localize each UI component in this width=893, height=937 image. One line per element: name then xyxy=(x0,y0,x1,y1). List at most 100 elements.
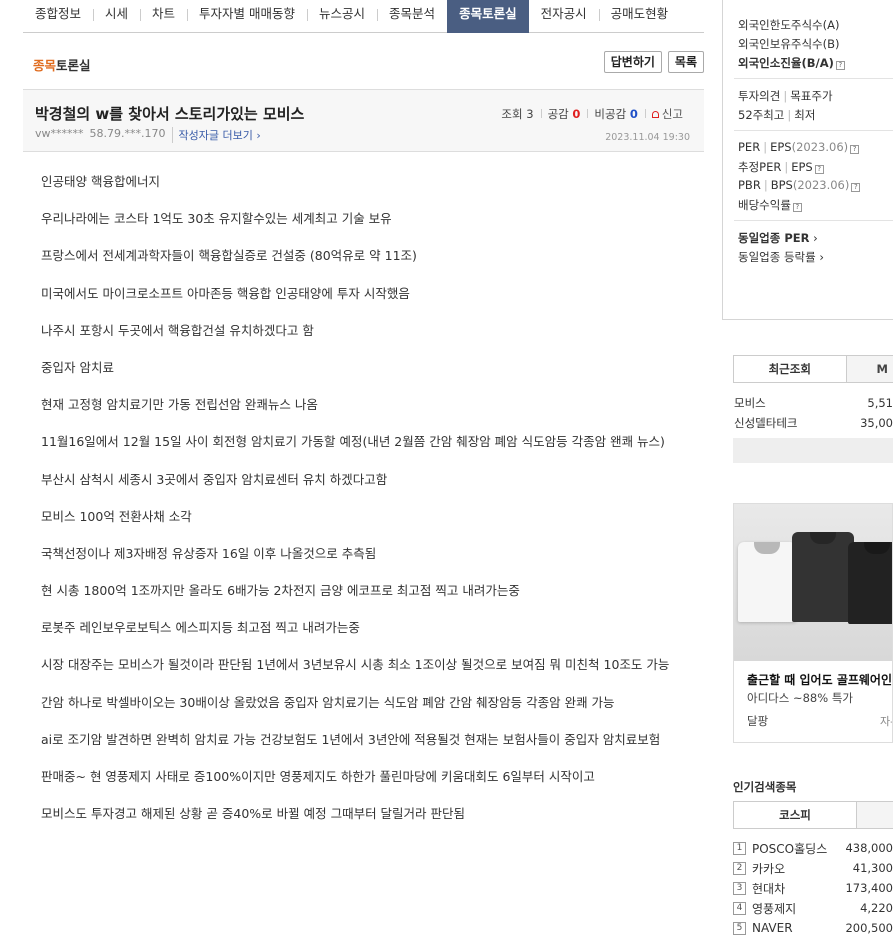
popular-item[interactable]: 1 POSCO홀딩스 438,000 xyxy=(733,838,893,858)
recent-item-price: 5,51 xyxy=(867,396,893,410)
tab-item[interactable]: 종목토론실 xyxy=(447,0,529,33)
shirt-image xyxy=(792,532,854,622)
post-author-info: vw****** 58.79.***.170 작성자글 더보기 › xyxy=(35,127,261,143)
list-button[interactable]: 목록 xyxy=(667,51,704,73)
popular-item-name: 현대차 xyxy=(752,881,786,896)
post-paragraph: 인공태양 핵융합에너지 xyxy=(41,174,160,189)
board-title-rest: 토론실 xyxy=(56,58,91,73)
post-paragraph: 현재 고정형 암치료기만 가동 전립선암 완쾌뉴스 나옴 xyxy=(41,397,318,413)
tab-item[interactable]: 차트 xyxy=(140,0,187,33)
sector-per-label: 동일업종 PER xyxy=(738,231,810,245)
est-eps-label: EPS xyxy=(791,160,813,174)
sector-per-link[interactable]: 동일업종 PER › xyxy=(738,230,818,246)
help-icon[interactable]: ? xyxy=(851,183,861,192)
foreign-ratio-row: 외국인소진율(B/A)? xyxy=(738,55,845,71)
help-icon[interactable]: ? xyxy=(835,61,845,70)
popular-item[interactable]: 4 영풍제지 4,220 xyxy=(733,898,893,918)
recent-list: 모비스 5,51 신성델타테크 35,00 xyxy=(734,393,893,433)
post-paragraph: 11월16일에서 12월 15일 사이 회전형 암치료기 가동할 예정(내년 2… xyxy=(41,434,665,450)
popular-item-price: 200,500 xyxy=(845,921,893,935)
recent-item-price: 35,00 xyxy=(860,416,893,430)
ad-banner[interactable]: 출근할 때 입어도 골프웨어인 아디다스 ~88% 특가 달팡 자- xyxy=(733,503,893,743)
tab-kosdaq[interactable] xyxy=(857,801,893,829)
post-ip: 58.79.***.170 xyxy=(89,127,166,140)
popular-item[interactable]: 3 현대차 173,400 xyxy=(733,878,893,898)
views-stat: 조회 3 xyxy=(494,106,540,122)
like-button[interactable]: 공감 0 xyxy=(540,106,588,122)
tab-item[interactable]: 종목분석 xyxy=(377,0,447,33)
reply-button[interactable]: 답변하기 xyxy=(603,51,662,73)
recent-item[interactable]: 신성델타테크 35,00 xyxy=(734,413,893,433)
help-icon[interactable]: ? xyxy=(792,203,802,212)
like-label: 공감 xyxy=(547,107,569,121)
ad-subtitle: 아디다스 ~88% 특가 xyxy=(747,691,853,705)
dislike-count: 0 xyxy=(629,107,638,121)
post-paragraph: 판매중~ 현 영풍제지 사태로 증100%이지만 영풍제지도 하한가 풀린마당에… xyxy=(41,769,595,784)
help-icon[interactable]: ? xyxy=(850,145,860,154)
stock-info-box: 외국인한도주식수(A) 외국인보유주식수(B) 외국인소진율(B/A)? 투자의… xyxy=(722,0,893,320)
tab-item[interactable]: 종합정보 xyxy=(23,0,93,33)
post-paragraph: 부산시 삼척시 세종시 3곳에서 중입자 암치료센터 유치 하겠다고함 xyxy=(41,471,388,487)
post-paragraph: ai로 조기암 발견하면 완벽히 암치료 가능 건강보험도 1년에서 3년안에 … xyxy=(41,731,661,747)
post-paragraph: 현 시총 1800억 1조까지만 올라도 6배가능 2차전지 금양 에코프로 최… xyxy=(41,583,520,599)
eps-year: (2023.06) xyxy=(791,140,849,154)
high52-label: 52주최고 xyxy=(738,108,785,122)
shirt-image xyxy=(738,542,796,622)
foreign-ratio-label: 외국인소진율(B/A) xyxy=(738,56,834,70)
tab-item[interactable]: 뉴스공시 xyxy=(307,0,377,33)
tab-recent[interactable]: 최근조회 xyxy=(733,355,847,383)
post-body: 인공태양 핵융합에너지 우리나라에는 코스타 1억도 30초 유지할수있는 세계최… xyxy=(41,172,686,841)
recent-item[interactable]: 모비스 5,51 xyxy=(734,393,893,413)
rank-badge: 3 xyxy=(733,881,746,895)
board-title: 종목토론실 xyxy=(33,55,91,74)
pbr-row: PBR | BPS(2023.06)? xyxy=(738,178,861,192)
post-paragraph: 나주시 포항시 두곳에서 핵융합건설 유치하겠다고 함 xyxy=(41,322,314,338)
post-stats: 조회 3 공감 0 비공감 0 신고 xyxy=(494,106,690,122)
popular-tabs: 코스피 xyxy=(733,801,893,829)
recent-tabs: 최근조회 M xyxy=(733,355,893,383)
tab-my[interactable]: M xyxy=(846,355,893,383)
ad-shop: 달팡 xyxy=(747,714,769,728)
ad-image xyxy=(734,504,892,661)
siren-icon xyxy=(651,111,659,118)
post-paragraph: 미국에서도 마이크로소프트 아마존등 핵융합 인공태양에 투자 시작했음 xyxy=(41,285,410,301)
recent-footer-bar xyxy=(733,438,893,463)
post-paragraph: 모비스도 투자경고 해제된 상황 곧 증40%로 바뀔 예정 그때부터 달릴거라… xyxy=(41,806,466,822)
post-paragraph: 중입자 암치료 xyxy=(41,359,114,375)
sector-change-link[interactable]: 동일업종 등락률 › xyxy=(738,249,824,265)
recent-item-name: 모비스 xyxy=(734,396,766,410)
popular-item-price: 41,300 xyxy=(852,861,893,875)
chevron-right-icon: › xyxy=(819,250,824,264)
views-count: 3 xyxy=(526,107,534,121)
foreign-holding-label: 외국인보유주식수(B) xyxy=(738,37,840,51)
per-label: PER xyxy=(738,140,761,154)
post-author[interactable]: vw****** xyxy=(35,127,84,143)
tab-item[interactable]: 공매도현황 xyxy=(598,0,681,33)
opinion-label: 투자의견 xyxy=(738,89,781,103)
main-column: 종합정보 시세 차트 투자자별 매매동향 뉴스공시 종목분석 종목토론실 전자공시 공매도현황 … xyxy=(23,0,704,937)
per-row: PER | EPS(2023.06)? xyxy=(738,140,860,154)
help-icon[interactable]: ? xyxy=(814,165,824,174)
bps-year: (2023.06) xyxy=(792,178,850,192)
est-per-label: 추정PER xyxy=(738,160,782,174)
post-date: 2023.11.04 19:30 xyxy=(605,132,690,143)
rank-badge: 2 xyxy=(733,861,746,875)
popular-item[interactable]: 2 카카오 41,300 xyxy=(733,858,893,878)
divider xyxy=(734,130,893,131)
report-button[interactable]: 신고 xyxy=(644,106,690,122)
opinion-row: 투자의견 | 목표주가 xyxy=(738,89,833,103)
dislike-button[interactable]: 비공감 0 xyxy=(587,106,644,122)
popular-item[interactable]: 5 NAVER 200,500 xyxy=(733,918,893,937)
author-more-posts-link[interactable]: 작성자글 더보기 › xyxy=(171,127,261,143)
board-title-highlight: 종목 xyxy=(33,58,57,73)
tab-item[interactable]: 시세 xyxy=(93,0,140,33)
tab-kospi[interactable]: 코스피 xyxy=(733,801,857,829)
post-title: 박경철의 w를 찾아서 스토리가있는 모비스 xyxy=(35,105,305,123)
post-paragraph: 로봇주 레인보우로보틱스 에스피지등 최고점 찍고 내려가는중 xyxy=(41,620,360,636)
low-label: 최저 xyxy=(794,108,816,122)
like-count: 0 xyxy=(572,107,581,121)
tab-item[interactable]: 투자자별 매매동향 xyxy=(187,0,307,33)
tab-item[interactable]: 전자공시 xyxy=(529,0,599,33)
post-paragraph: 국책선정이나 제3자배정 유상증자 16일 이후 나올것으로 추측됨 xyxy=(41,545,377,561)
rank-badge: 4 xyxy=(733,901,746,915)
